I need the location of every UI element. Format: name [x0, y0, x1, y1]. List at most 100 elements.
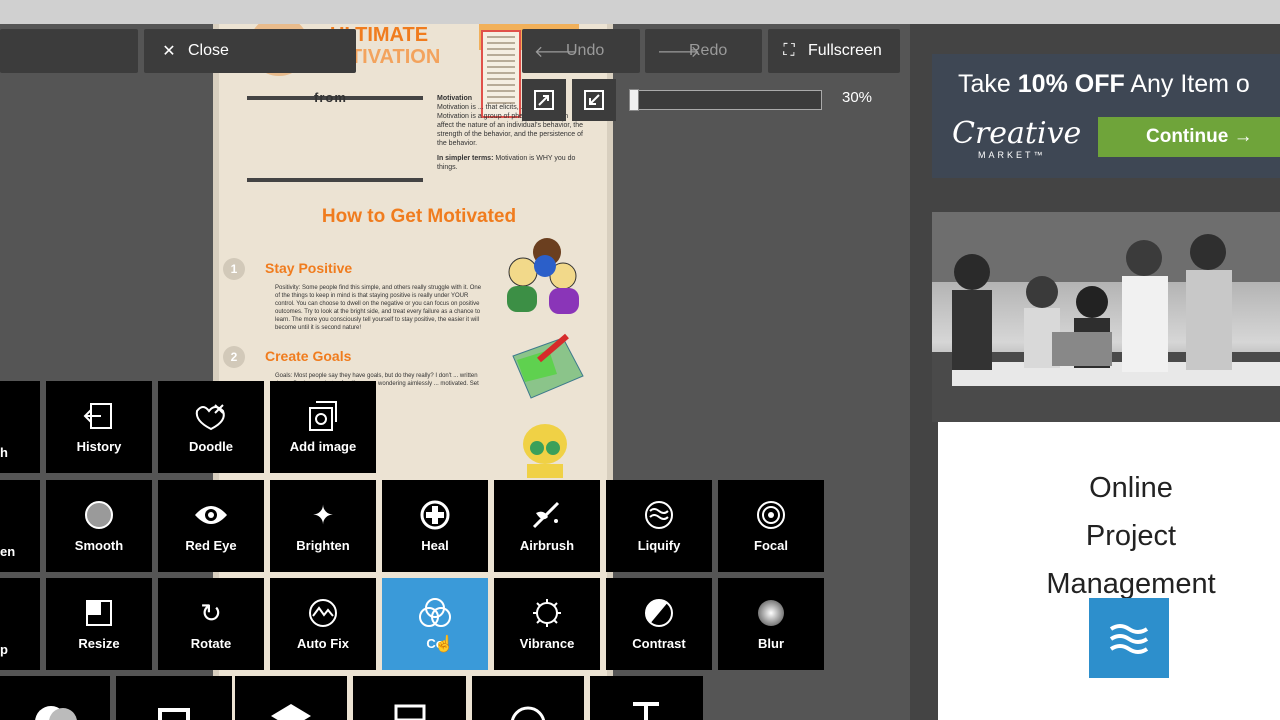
- zoom-fit-button[interactable]: [522, 79, 566, 121]
- tool-focal[interactable]: Focal: [718, 480, 824, 572]
- tool-label: Focal: [754, 538, 788, 553]
- tool-smooth[interactable]: Smooth: [46, 480, 152, 572]
- section-number: 1: [223, 258, 245, 280]
- redo-button[interactable]: 🡒 Redo: [645, 29, 762, 73]
- undo-label: Undo: [566, 42, 605, 59]
- simpler-label: In simpler terms:: [437, 155, 494, 162]
- tool-color[interactable]: Co ☝: [382, 578, 488, 670]
- ad-promo-bold: 10% OFF: [1017, 70, 1125, 98]
- tool-label: Vibrance: [519, 636, 575, 651]
- section-number: 2: [223, 346, 245, 368]
- fullscreen-icon: ⛶: [783, 42, 795, 59]
- definition-heading: Motivation: [437, 95, 472, 102]
- tool-airbrush[interactable]: Airbrush: [494, 480, 600, 572]
- tool-contrast[interactable]: Contrast: [606, 578, 712, 670]
- zoom-actual-button[interactable]: [572, 79, 616, 121]
- tool-bottom-3[interactable]: [235, 676, 347, 720]
- undo-arrow-icon: 🡐: [534, 43, 577, 61]
- tool-label: p: [0, 642, 8, 657]
- tool-label: Brighten: [296, 538, 350, 553]
- add-image-icon: [306, 399, 340, 433]
- tool-rotate[interactable]: ↻ Rotate: [158, 578, 264, 670]
- close-button[interactable]: ✕ Close: [144, 29, 356, 73]
- zoom-slider[interactable]: [629, 89, 822, 111]
- tool-bottom-6[interactable]: [590, 676, 703, 720]
- ad-card-title-line: Project: [1085, 520, 1177, 552]
- tool-label: Airbrush: [519, 538, 575, 553]
- ad-photo: [932, 212, 1280, 422]
- tool-bottom-5[interactable]: [472, 676, 584, 720]
- section-title: Create Goals: [265, 348, 352, 364]
- airbrush-icon: [530, 498, 564, 532]
- zoom-level: 30%: [842, 89, 873, 106]
- tool-label: Smooth: [74, 538, 124, 553]
- divider: [247, 178, 423, 182]
- tool-blur[interactable]: Blur: [718, 578, 824, 670]
- ad-app-logo[interactable]: [1089, 598, 1169, 678]
- tool-red-eye[interactable]: Red Eye: [158, 480, 264, 572]
- redo-label: Redo: [689, 42, 728, 59]
- tool-bottom-1[interactable]: [0, 676, 110, 720]
- ad-brand-sub: MARKET™: [978, 150, 1046, 160]
- tool-label: Contrast: [632, 636, 686, 651]
- tool-label: History: [76, 439, 122, 454]
- tool-resize[interactable]: Resize: [46, 578, 152, 670]
- tool-partial-2[interactable]: en: [0, 480, 40, 572]
- heal-icon: [420, 498, 450, 532]
- tool-history[interactable]: History: [46, 381, 152, 473]
- document-heading: How to Get Motivated: [321, 206, 517, 227]
- section-title: Stay Positive: [265, 260, 353, 276]
- ad-promo-prefix: Take: [958, 70, 1018, 98]
- ad-promo-suffix: Any Item o: [1124, 70, 1250, 98]
- fullscreen-button[interactable]: ⛶ Fullscreen: [768, 29, 900, 73]
- people-illustration-icon: [501, 236, 587, 318]
- text-tool-icon: [629, 700, 665, 720]
- blur-icon: [756, 596, 786, 630]
- brighten-icon: ✦: [312, 499, 334, 530]
- toolbar-left-panel: [0, 29, 138, 73]
- tool-label: Add image: [289, 439, 357, 454]
- ad-continue-button[interactable]: Continue →: [1098, 117, 1280, 157]
- tool-bottom-2[interactable]: [116, 676, 232, 720]
- red-eye-icon: [193, 498, 229, 532]
- tool-label: Resize: [78, 636, 120, 651]
- tool-label: h: [0, 445, 8, 460]
- tool-label: Doodle: [188, 439, 234, 454]
- tool-partial-3[interactable]: p: [0, 578, 40, 670]
- kid-illustration-icon: [519, 422, 571, 478]
- undo-button[interactable]: 🡐 Undo: [522, 29, 640, 73]
- tool-label: Auto Fix: [297, 636, 349, 651]
- history-icon: [83, 399, 115, 433]
- ad-brand-logo: Creative: [952, 116, 1082, 151]
- tool-bottom-4[interactable]: [353, 676, 466, 720]
- tool-heal[interactable]: Heal: [382, 480, 488, 572]
- liquify-icon: [644, 498, 674, 532]
- stamp-icon: [392, 704, 428, 720]
- meeting-photo-icon: [932, 212, 1280, 422]
- zoom-slider-handle[interactable]: [629, 89, 639, 111]
- color-icon: [418, 596, 452, 630]
- tool-liquify[interactable]: Liquify: [606, 480, 712, 572]
- tool-vibrance[interactable]: Vibrance: [494, 578, 600, 670]
- tool-add-image[interactable]: Add image: [270, 381, 376, 473]
- circle-tool-icon: [508, 704, 548, 720]
- ad-card-title: Online Project Management: [938, 464, 1280, 608]
- shrink-icon: [584, 90, 604, 110]
- rotate-icon: ↻: [200, 597, 222, 628]
- map-illustration-icon: [507, 330, 587, 410]
- tool-doodle[interactable]: Doodle: [158, 381, 264, 473]
- tool-auto-fix[interactable]: Auto Fix: [270, 578, 376, 670]
- pointer-cursor-icon: ☝: [434, 636, 454, 653]
- browser-top-strip: [0, 0, 1280, 24]
- contrast-icon: [644, 596, 674, 630]
- tool-partial-1[interactable]: h: [0, 381, 40, 473]
- auto-fix-icon: [308, 596, 338, 630]
- redo-arrow-icon: 🡒: [657, 43, 700, 61]
- layers-icon: [271, 704, 311, 720]
- fullscreen-label: Fullscreen: [808, 42, 882, 59]
- tool-brighten[interactable]: ✦ Brighten: [270, 480, 376, 572]
- frame-icon: [156, 706, 192, 720]
- tool-label: Rotate: [190, 636, 232, 651]
- waves-icon: [1109, 624, 1149, 654]
- tool-label: Blur: [758, 636, 784, 651]
